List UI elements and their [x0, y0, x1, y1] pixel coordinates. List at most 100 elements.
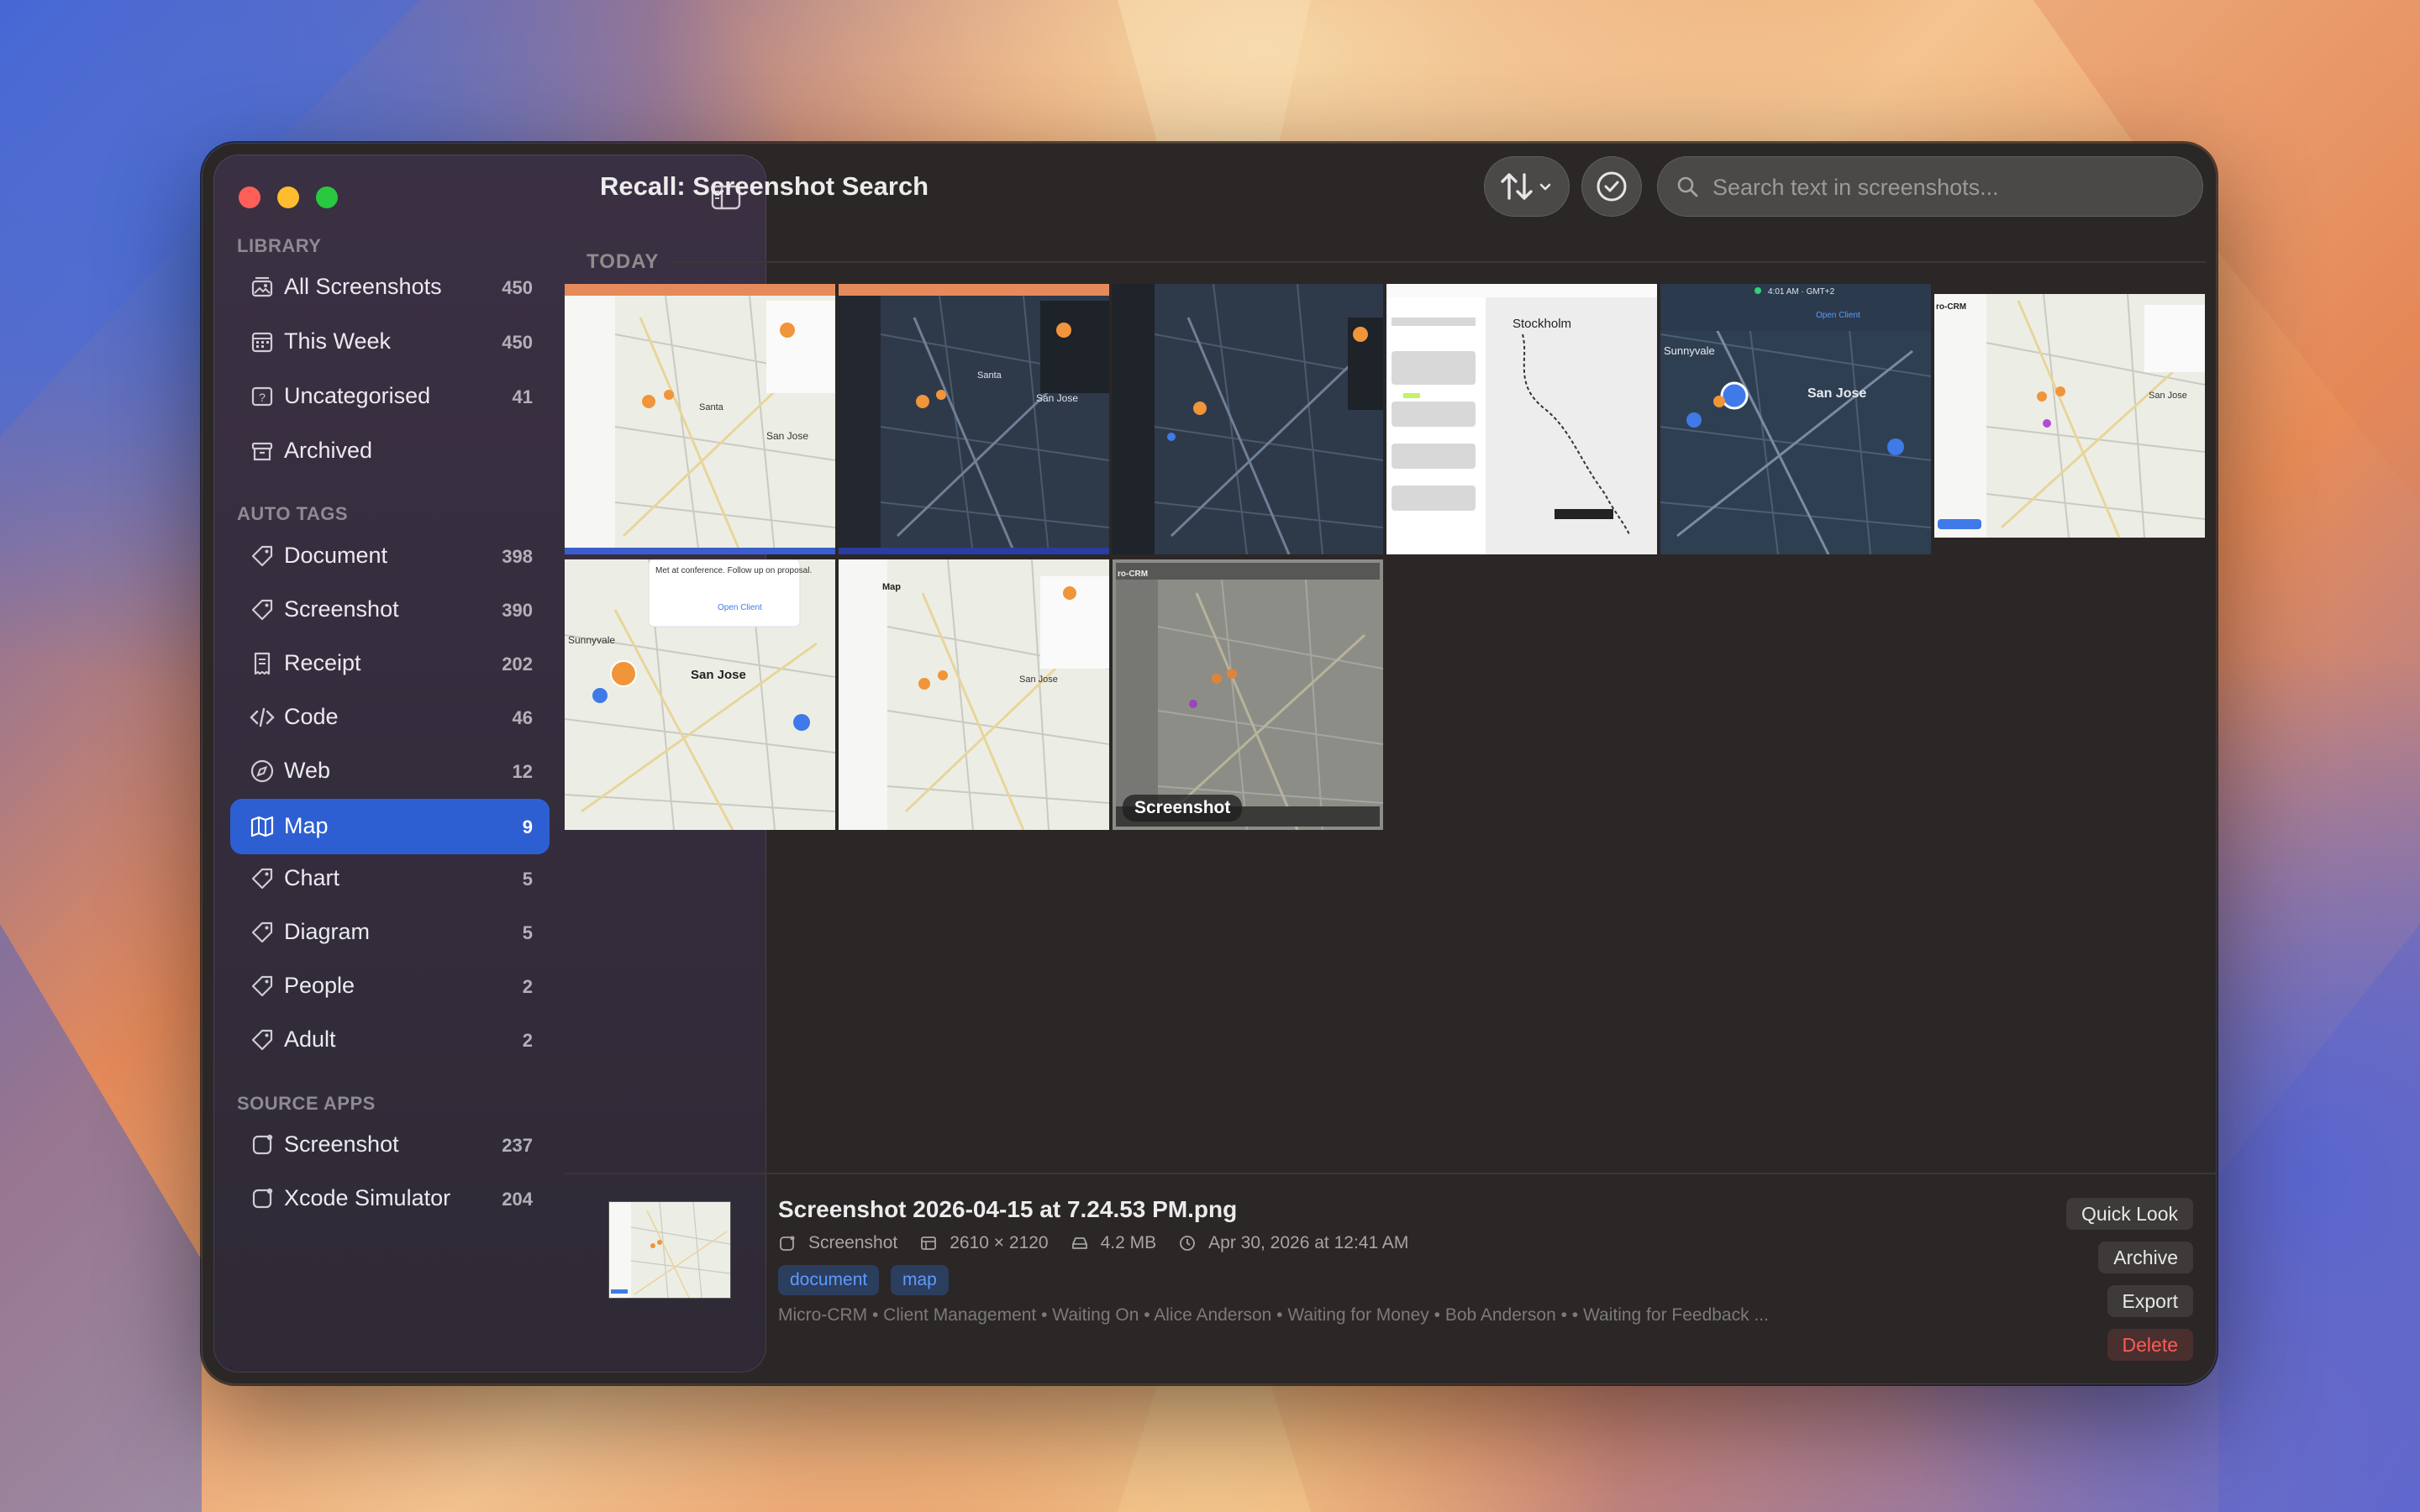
ocr-text-snippet: Micro-CRM • Client Management • Waiting …	[778, 1305, 1769, 1325]
screenshot-thumbnail[interactable]: Stockholm	[1386, 284, 1657, 554]
sidebar-item-receipt[interactable]: Receipt 202	[230, 636, 550, 691]
sidebar-item-count: 2	[522, 976, 533, 997]
capture-date: Apr 30, 2026 at 12:41 AM	[1208, 1233, 1409, 1252]
file-name: Screenshot 2026-04-15 at 7.24.53 PM.png	[778, 1196, 1238, 1222]
sidebar-item-count: 204	[502, 1189, 533, 1210]
minimize-window-button[interactable]	[277, 186, 299, 208]
checkmark-circle-icon	[1597, 171, 1627, 202]
sort-button[interactable]	[1484, 156, 1570, 217]
screenshot-thumbnail[interactable]: 4:01 AM · GMT+2 Open Client Sunnyvale Sa…	[1660, 284, 1931, 554]
map-label: San Jose	[1036, 392, 1078, 404]
sidebar-item-label: Uncategorised	[284, 383, 431, 408]
map-thumbnail-image: 4:01 AM · GMT+2 Open Client Sunnyvale Sa…	[1660, 284, 1931, 554]
app-badge-icon	[252, 1134, 273, 1155]
question-photo-icon: ?	[251, 386, 273, 407]
sidebar-item-diagram[interactable]: Diagram 5	[230, 905, 550, 960]
calendar-icon	[251, 332, 273, 353]
sidebar-item-web[interactable]: Web 12	[230, 743, 550, 799]
screenshot-thumbnail-selected[interactable]: ro-CRM Screenshot	[1113, 559, 1383, 830]
sidebar-item-chart[interactable]: Chart 5	[230, 851, 550, 906]
section-label-auto-tags: AUTO TAGS	[237, 503, 349, 524]
section-label-source-apps: SOURCE APPS	[237, 1093, 376, 1114]
svg-text:Santa: Santa	[699, 402, 724, 412]
sidebar-item-label: Xcode Simulator	[284, 1185, 451, 1210]
sidebar-item-count: 202	[502, 654, 533, 675]
zoom-window-button[interactable]	[316, 186, 338, 208]
sidebar-item-count: 9	[522, 816, 533, 837]
source-app: Screenshot	[808, 1233, 898, 1252]
screenshot-thumbnail[interactable]: Santa San Jose	[565, 284, 835, 554]
svg-text:?: ?	[259, 391, 266, 404]
sidebar-item-xcode-simulator[interactable]: Xcode Simulator 204	[230, 1171, 550, 1226]
sidebar-item-count: 41	[512, 386, 533, 407]
sidebar-item-map[interactable]: Map 9	[230, 799, 550, 854]
map-label: San Jose	[691, 668, 746, 682]
sidebar-item-label: Chart	[284, 865, 340, 890]
section-label-library: LIBRARY	[237, 235, 322, 256]
tag-chip-map[interactable]: map	[891, 1265, 949, 1295]
sidebar-item-label: Adult	[284, 1026, 336, 1052]
sidebar-item-label: Screenshot	[284, 596, 399, 622]
sidebar-item-count: 450	[502, 277, 533, 298]
map-label: San Jose	[2149, 391, 2187, 401]
screenshot-thumbnail[interactable]: Santa San Jose	[839, 284, 1109, 554]
tag-chip-document[interactable]: document	[778, 1265, 880, 1295]
dimensions-icon	[921, 1236, 937, 1250]
map-label: San Jose	[1807, 386, 1866, 401]
sidebar-item-label: Map	[284, 813, 329, 838]
quick-look-button[interactable]: Quick Look	[2065, 1198, 2193, 1230]
file-size: 4.2 MB	[1100, 1233, 1157, 1252]
open-client-link: Open Client	[718, 603, 762, 612]
sidebar-item-label: Archived	[284, 438, 373, 463]
sidebar-item-label: Screenshot	[284, 1131, 399, 1157]
sidebar-item-all-screenshots[interactable]: All Screenshots 450	[230, 260, 550, 315]
app-badge-icon	[252, 1188, 273, 1209]
screenshot-thumbnail[interactable]: Map San Jose	[839, 559, 1109, 830]
sidebar-item-label: People	[284, 973, 355, 998]
open-client-link: Open Client	[1816, 311, 1860, 320]
sidebar-item-count: 237	[502, 1135, 533, 1156]
code-icon	[250, 707, 275, 727]
sidebar-item-label: Code	[284, 704, 339, 729]
section-label-today: TODAY	[587, 250, 660, 273]
sidebar-item-archived[interactable]: Archived	[230, 423, 550, 479]
crm-label: ro-CRM	[1936, 302, 1966, 312]
receipt-icon	[254, 652, 271, 675]
screenshot-thumbnail[interactable]: Met at conference. Follow up on proposal…	[565, 559, 835, 830]
tag-icon	[251, 868, 273, 890]
select-mode-button[interactable]	[1581, 156, 1642, 217]
detail-preview-image[interactable]	[608, 1201, 731, 1299]
disk-icon	[1071, 1237, 1087, 1249]
tag-icon	[251, 975, 273, 997]
search-input[interactable]	[1711, 156, 2185, 218]
sidebar-item-people[interactable]: People 2	[230, 958, 550, 1014]
sidebar-item-code[interactable]: Code 46	[230, 690, 550, 745]
sort-arrows-icon	[1501, 173, 1551, 200]
sidebar-item-count: 5	[522, 922, 533, 943]
sidebar-item-count: 450	[502, 332, 533, 353]
archive-button[interactable]: Archive	[2098, 1242, 2193, 1273]
map-thumbnail-image: ro-CRM San Jose	[1934, 293, 2205, 538]
screenshot-thumbnail[interactable]	[1113, 284, 1383, 554]
sidebar-item-adult[interactable]: Adult 2	[230, 1012, 550, 1068]
sidebar-item-this-week[interactable]: This Week 450	[230, 314, 550, 370]
sidebar-item-screenshot-app[interactable]: Screenshot 237	[230, 1117, 550, 1173]
sidebar-item-document[interactable]: Document 398	[230, 528, 550, 584]
close-window-button[interactable]	[239, 186, 260, 208]
delete-button[interactable]: Delete	[2107, 1329, 2193, 1361]
hover-tag-label: Screenshot	[1123, 795, 1243, 822]
image-dimensions: 2610 × 2120	[950, 1233, 1049, 1252]
map-thumbnail-image	[1113, 284, 1383, 554]
map-icon	[250, 816, 274, 837]
clock-icon	[1180, 1236, 1196, 1251]
app-badge-icon	[780, 1236, 795, 1251]
screenshot-thumbnail[interactable]: ro-CRM San Jose	[1934, 284, 2205, 554]
tag-icon	[251, 1029, 273, 1051]
search-field[interactable]	[1657, 156, 2203, 218]
archive-box-icon	[251, 442, 273, 461]
export-button[interactable]: Export	[2107, 1285, 2193, 1317]
sidebar-item-count: 46	[512, 707, 533, 728]
sidebar-item-uncategorised[interactable]: ? Uncategorised 41	[230, 369, 550, 424]
sidebar-item-screenshot-tag[interactable]: Screenshot 390	[230, 582, 550, 638]
tag-icon	[251, 921, 273, 943]
